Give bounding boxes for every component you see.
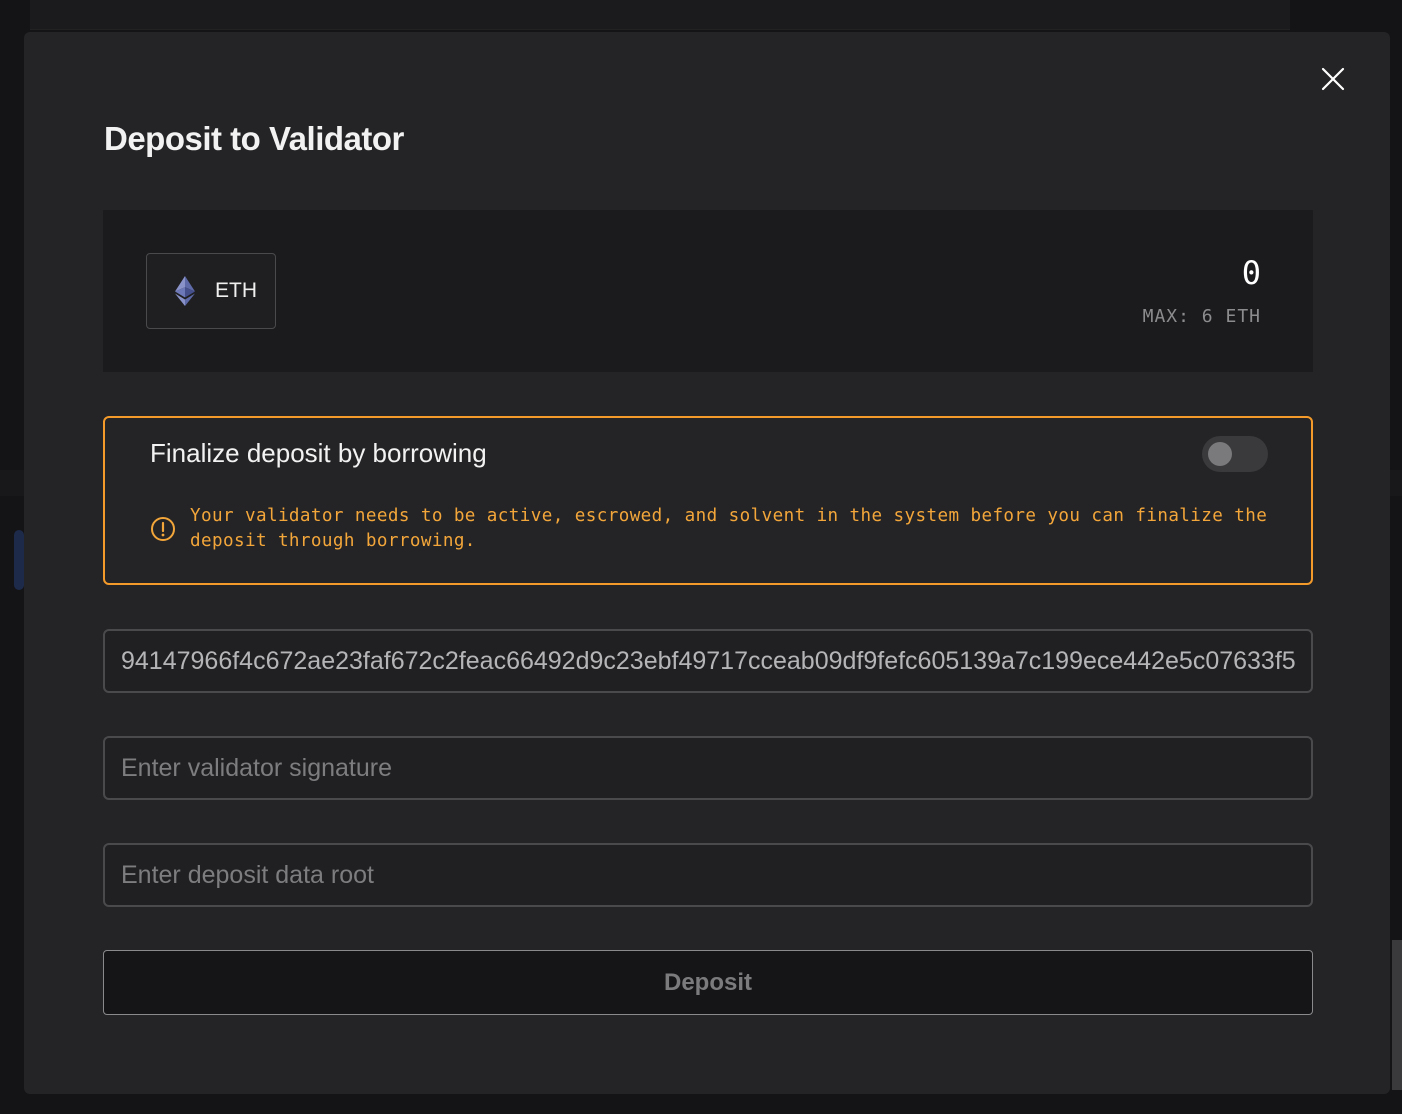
validator-pubkey-field[interactable]	[103, 629, 1313, 693]
modal-title: Deposit to Validator	[104, 120, 404, 157]
deposit-button[interactable]: Deposit	[103, 950, 1313, 1015]
warning-circle-icon	[151, 517, 175, 541]
borrow-option-box: Finalize deposit by borrowing Your valid…	[103, 416, 1313, 585]
max-balance-label[interactable]: MAX: 6 ETH	[1143, 306, 1261, 327]
borrow-option-title: Finalize deposit by borrowing	[150, 438, 487, 468]
validator-pubkey-input[interactable]	[105, 631, 1311, 691]
amount-input[interactable]: 0	[1242, 254, 1261, 292]
amount-panel: ETH 0 MAX: 6 ETH	[103, 210, 1313, 372]
token-selector[interactable]: ETH	[146, 253, 276, 329]
validator-signature-field[interactable]	[103, 736, 1313, 800]
deposit-modal: Deposit to Validator ETH 0 MAX: 6 ETH Fi…	[24, 32, 1390, 1094]
token-label: ETH	[215, 279, 257, 302]
deposit-data-root-field[interactable]	[103, 843, 1313, 907]
background-accent-right	[1392, 940, 1402, 1090]
toggle-knob	[1208, 442, 1232, 466]
deposit-data-root-input[interactable]	[105, 845, 1311, 905]
close-button[interactable]	[1320, 66, 1346, 92]
background-accent-left	[14, 530, 24, 590]
close-icon	[1321, 67, 1345, 91]
borrow-warning-text: Your validator needs to be active, escro…	[190, 506, 1268, 551]
ethereum-icon	[175, 276, 195, 306]
validator-signature-input[interactable]	[105, 738, 1311, 798]
background-header	[30, 0, 1290, 30]
borrow-toggle[interactable]	[1202, 436, 1268, 472]
